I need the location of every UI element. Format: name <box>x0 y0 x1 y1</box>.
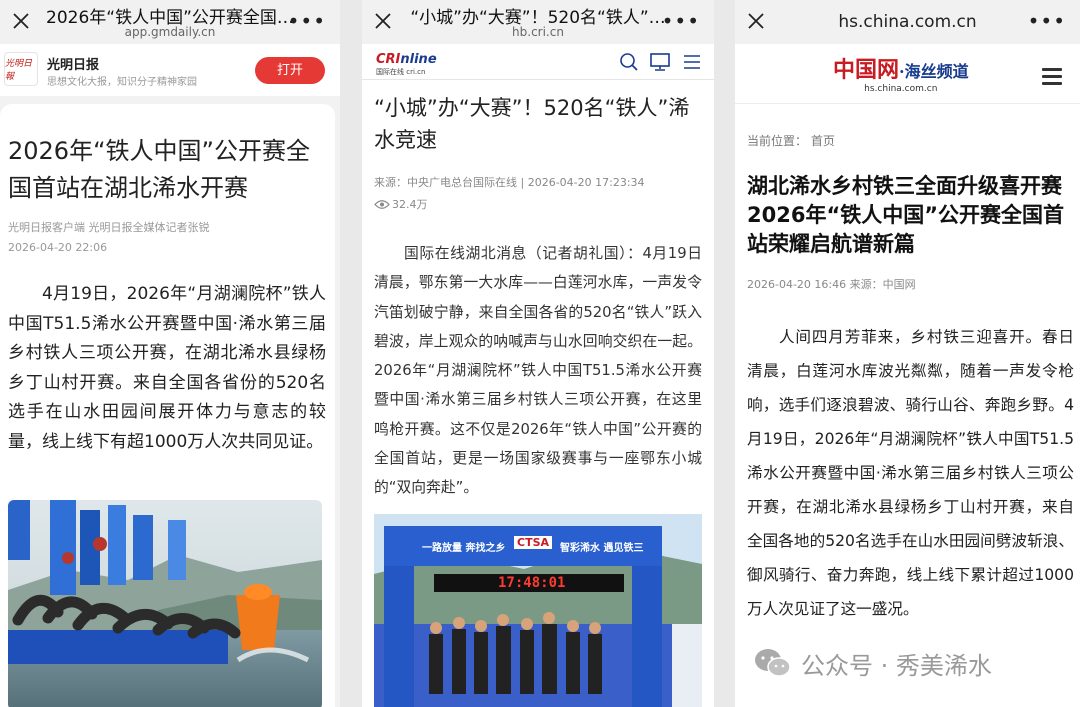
article-date: 2026-04-20 22:06 <box>8 241 108 254</box>
article-body: 4月19日，2026年“月湖澜院杯”铁人中国T51.5浠水公开赛暨中国·浠水第三… <box>8 284 326 452</box>
banner-slogan-right: 智彩浠水 遇见铁三 <box>560 543 644 554</box>
desktop-icon[interactable] <box>649 52 671 72</box>
race-timer: 17:48:01 <box>498 575 566 591</box>
article-title: 湖北浠水乡村铁三全面升级喜开赛 2026年“铁人中国”公开赛全国首站荣耀启航谱新… <box>747 174 1065 256</box>
gmdaily-browser-panel: 2026年“铁人中国”公开赛全国… app.gmdaily.cn ••• 光明日… <box>0 0 340 707</box>
article-meta: 2026-04-20 16:46 来源：中国网 <box>747 278 916 291</box>
browser-title-bar: “小城”办“大赛”！520名“铁人”… hb.cri.cn ••• <box>362 0 714 44</box>
eye-icon <box>374 199 390 209</box>
browser-title-bar: 2026年“铁人中国”公开赛全国… app.gmdaily.cn ••• <box>0 0 340 44</box>
more-menu-icon[interactable]: ••• <box>1028 11 1066 31</box>
article-body: 国际在线湖北消息（记者胡礼国）：4月19日清晨，鄂东第一大水库——白莲河水库，一… <box>374 245 702 497</box>
finish-line-photo: 一路放量 奔找之乡 CTSA 智彩浠水 遇见铁三 17:48:01 <box>374 514 702 707</box>
article-title: 2026年“铁人中国”公开赛全国首站在湖北浠水开赛 <box>8 137 310 202</box>
close-icon[interactable] <box>10 10 32 32</box>
breadcrumb: 当前位置： 首页 <box>747 134 835 148</box>
article-meta: 来源：中央广电总台国际在线 | 2026-04-20 17:23:34 <box>374 176 645 189</box>
article-source: 光明日报客户端 光明日报全媒体记者张锐 <box>8 221 210 234</box>
app-logo: 光明日報 <box>4 52 38 86</box>
wechat-icon <box>755 649 791 677</box>
china-com-logo[interactable]: 中国网·海丝频道 hs.china.com.cn <box>833 52 969 94</box>
app-slogan: 思想文化大报，知识分子精神家园 <box>47 77 197 88</box>
open-app-button[interactable]: 打开 <box>255 57 325 84</box>
wechat-watermark: 公众号 · 秀美浠水 <box>747 640 1080 686</box>
ctsa-logo: CTSA <box>514 536 553 549</box>
menu-icon[interactable] <box>682 53 702 71</box>
view-count: 32.4万 <box>374 196 428 212</box>
article-body: 人间四月芳菲来，乡村铁三迎喜开。春日清晨，白莲河水库波光粼粼，随着一声发令枪响，… <box>747 328 1074 618</box>
browser-title-bar: hs.china.com.cn ••• <box>735 0 1080 44</box>
more-menu-icon[interactable]: ••• <box>662 11 700 31</box>
cri-logo[interactable]: CRInline 国际在线 cri.cn <box>376 52 437 77</box>
browser-url: app.gmdaily.cn <box>124 25 216 39</box>
panel-divider <box>714 0 735 707</box>
watermark-text: 公众号 · 秀美浠水 <box>801 651 992 680</box>
article-title: “小城”办“大赛”！520名“铁人”浠水竞速 <box>374 96 690 152</box>
close-icon[interactable] <box>372 10 394 32</box>
banner-slogan-left: 一路放量 奔找之乡 <box>422 543 506 554</box>
app-name: 光明日报 <box>47 58 100 73</box>
panel-divider <box>340 0 362 707</box>
swimmers-start-photo <box>8 500 322 707</box>
browser-url: hs.china.com.cn <box>838 12 977 32</box>
browser-url: hb.cri.cn <box>512 25 564 39</box>
app-download-banner: 光明日報 光明日报 思想文化大报，知识分子精神家园 打开 <box>0 44 340 96</box>
site-header: CRInline 国际在线 cri.cn <box>362 44 714 80</box>
hamburger-menu-icon[interactable] <box>1042 68 1062 89</box>
site-header: 中国网·海丝频道 hs.china.com.cn <box>735 44 1080 104</box>
close-icon[interactable] <box>745 10 767 32</box>
china-com-browser-panel: hs.china.com.cn ••• 中国网·海丝频道 hs.china.co… <box>735 0 1080 707</box>
more-menu-icon[interactable]: ••• <box>288 11 326 31</box>
view-count-value: 32.4万 <box>392 198 428 211</box>
search-icon[interactable] <box>619 52 639 72</box>
cri-browser-panel: “小城”办“大赛”！520名“铁人”… hb.cri.cn ••• CRInli… <box>362 0 714 707</box>
